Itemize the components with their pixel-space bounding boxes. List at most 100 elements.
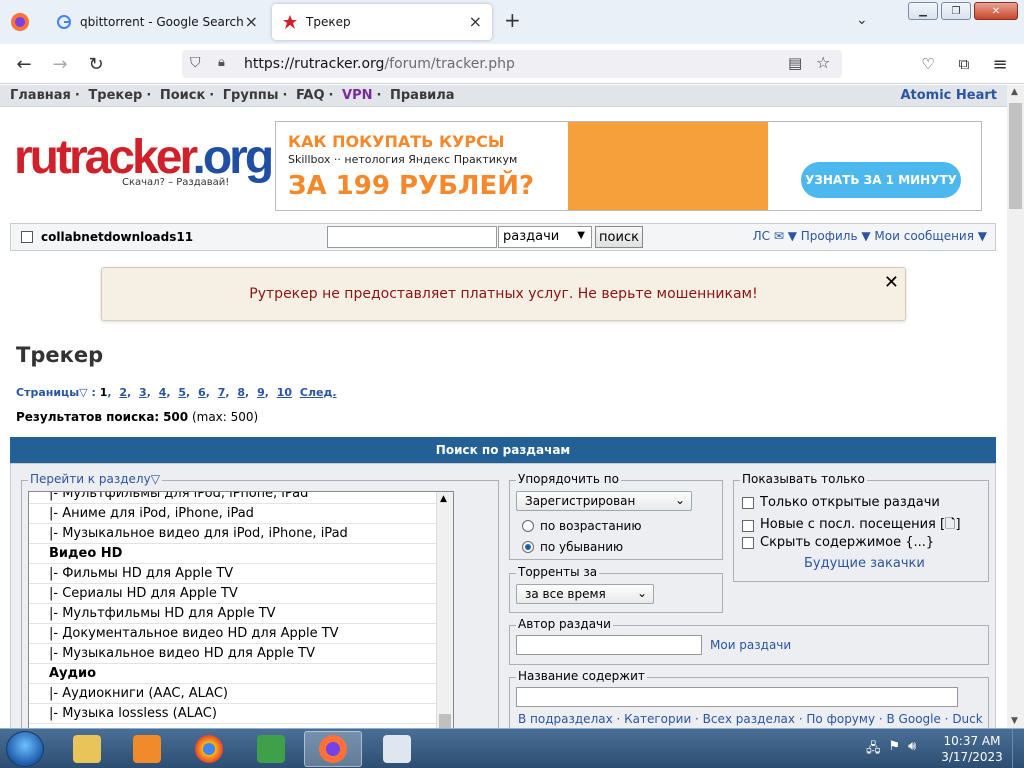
scroll-up-arrow-icon[interactable]: ▲ (1011, 87, 1018, 97)
firefox-taskbar-icon[interactable] (304, 731, 362, 767)
my-releases-link[interactable]: Мои раздачи (710, 638, 791, 652)
forum-legend[interactable]: Перейти к разделу▽ (28, 472, 162, 486)
on-screen-keyboard-icon[interactable] (368, 731, 426, 767)
nav-link-vpn[interactable]: VPN (342, 88, 372, 103)
shield-icon[interactable]: ⛉ (190, 55, 201, 71)
scrollbar-thumb[interactable] (1009, 103, 1022, 209)
forum-option[interactable]: |- Музыкальное видео HD для Apple TV (29, 644, 453, 664)
page-link[interactable]: 4 (159, 386, 167, 399)
show-desktop-button[interactable] (1012, 729, 1024, 768)
nav-link-atomic-heart[interactable]: Atomic Heart (900, 88, 997, 103)
page-link[interactable]: 7 (218, 386, 226, 399)
start-button[interactable] (6, 731, 44, 767)
close-tab-icon[interactable]: × (245, 14, 258, 30)
forum-option[interactable]: |- Аниме для iPod, iPhone, iPad (29, 504, 453, 524)
page-scrollbar[interactable]: ▲ ▼ (1007, 85, 1024, 728)
network-icon[interactable]: 🖧 (866, 739, 881, 761)
bookmark-star-icon[interactable]: ☆ (816, 53, 830, 72)
author-input[interactable] (516, 635, 702, 655)
google-g-icon (56, 14, 72, 30)
sort-asc-radio[interactable]: по возрастанию (522, 519, 641, 533)
close-icon[interactable]: ✕ (884, 272, 899, 293)
csharp-editor-icon[interactable] (242, 731, 300, 767)
minimize-button[interactable]: ▁ (908, 2, 938, 20)
new-tab-button[interactable]: + (504, 8, 521, 32)
pages-dropdown-icon[interactable]: ▽ (79, 386, 87, 399)
tab-tracker[interactable]: Трекер × (272, 4, 492, 40)
page-link[interactable]: 5 (178, 386, 186, 399)
forum-option[interactable]: |- Мультфильмы HD для Apple TV (29, 604, 453, 624)
hamburger-menu-icon[interactable]: ≡ (986, 52, 1014, 76)
sort-select[interactable]: Зарегистрирован ⌄ (516, 491, 692, 511)
media-player-icon[interactable] (118, 731, 176, 767)
nav-link-rules[interactable]: Правила (390, 88, 455, 103)
sort-desc-radio[interactable]: по убыванию (522, 540, 623, 554)
open-only-checkbox[interactable]: Только открытые раздачи (742, 495, 940, 510)
period-select[interactable]: за все время ⌄ (516, 584, 654, 604)
back-arrow-icon[interactable]: ← (10, 52, 38, 76)
reload-icon[interactable]: ↻ (82, 52, 110, 76)
checkbox-box (742, 496, 754, 509)
url-text[interactable]: https://rutracker.org/forum/tracker.php (244, 56, 515, 72)
forum-option[interactable]: |- Фильмы HD для Apple TV (29, 564, 453, 584)
page-next-link[interactable]: След. (300, 386, 337, 399)
forward-arrow-icon[interactable]: → (46, 52, 74, 76)
listbox-scrollbar[interactable]: ▲ (436, 492, 453, 728)
page-link[interactable]: 2 (119, 386, 127, 399)
page-link[interactable]: 6 (198, 386, 206, 399)
scroll-down-arrow-icon[interactable]: ▼ (1011, 716, 1018, 726)
forum-option[interactable]: |- Музыкальное видео для iPod, iPhone, i… (29, 524, 453, 544)
title-input[interactable] (516, 687, 958, 707)
lock-icon[interactable]: 🔒︎ (218, 55, 225, 70)
nav-link-tracker[interactable]: Трекер (88, 88, 142, 103)
tab-google-search[interactable]: qbittorrent - Google Search × (44, 4, 268, 40)
file-explorer-icon[interactable] (58, 731, 116, 767)
forum-option[interactable]: |- Мультфильмы для iPod, iPhone, iPad (29, 492, 453, 504)
scrollbar-thumb[interactable] (439, 714, 451, 728)
forum-group[interactable]: Аудио (29, 664, 453, 684)
chrome-icon[interactable] (180, 731, 238, 767)
user-menu-links[interactable]: ЛС ✉ ▼ Профиль ▼ Мои сообщения ▼ (753, 229, 987, 243)
flag-icon[interactable]: ⚑ (889, 739, 901, 761)
forum-option[interactable]: |- Сериалы HD для Apple TV (29, 584, 453, 604)
taskbar-clock[interactable]: 10:37 AM 3/17/2023 (940, 733, 1004, 765)
future-downloads-link[interactable]: Будущие закачки (804, 556, 925, 571)
list-all-tabs-icon[interactable]: ⌄ (856, 12, 868, 28)
page-link[interactable]: 8 (237, 386, 245, 399)
page-link[interactable]: 9 (257, 386, 265, 399)
title-search-links[interactable]: В подразделах · Категории · Всех раздела… (518, 712, 983, 726)
forum-option[interactable]: |- Музыка lossless (ALAC) (29, 704, 453, 724)
firefox-menu-icon[interactable] (8, 10, 32, 34)
close-window-button[interactable]: ✕ (974, 2, 1018, 20)
tab-strip: qbittorrent - Google Search × Трекер × +… (0, 0, 1024, 44)
hide-contents-checkbox[interactable]: Скрыть содержимое {...} (742, 535, 934, 550)
maximize-button[interactable]: ❐ (941, 2, 971, 20)
page-link[interactable]: 10 (277, 386, 292, 399)
search-scope-select[interactable]: раздачи ▼ (498, 226, 592, 248)
nav-link-groups[interactable]: Группы (223, 88, 279, 103)
nav-link-search[interactable]: Поиск (160, 88, 205, 103)
volume-icon[interactable]: 🔊︎ (908, 739, 916, 761)
forum-group[interactable]: Видео HD (29, 544, 453, 564)
quick-search-input[interactable] (327, 226, 497, 248)
username[interactable]: collabnetdownloads11 (41, 230, 193, 244)
reader-view-icon[interactable]: ▤ (788, 54, 802, 72)
extensions-icon[interactable]: ⧉ (950, 52, 978, 76)
close-tab-icon[interactable]: × (469, 14, 482, 30)
period-legend: Торренты за (516, 565, 600, 579)
forum-option[interactable]: |- Документальное видео HD для Apple TV (29, 624, 453, 644)
forum-listbox[interactable]: |- Мультфильмы для iPod, iPhone, iPad |- … (28, 491, 454, 728)
banner-cta-button[interactable]: УЗНАТЬ ЗА 1 МИНУТУ (801, 162, 961, 198)
site-logo[interactable]: rutracker.org (14, 133, 274, 183)
new-since-visit-checkbox[interactable]: Новые с посл. посещения [🗋] (742, 515, 961, 537)
page-link[interactable]: 3 (139, 386, 147, 399)
nav-link-home[interactable]: Главная (10, 88, 71, 103)
search-button[interactable]: поиск (595, 226, 643, 248)
ad-banner[interactable]: КАК ПОКУПАТЬ КУРСЫ Skillbox ·· нетология… (275, 121, 982, 211)
forum-option[interactable]: |- Аудиокниги (AAC, ALAC) (29, 684, 453, 704)
pages-label[interactable]: Страницы (16, 386, 79, 399)
nav-link-faq[interactable]: FAQ (296, 88, 325, 103)
url-bar[interactable]: ⛉ 🔒︎ https://rutracker.org/forum/tracker… (182, 50, 842, 78)
pocket-icon[interactable]: ♡ (914, 52, 942, 76)
scroll-up-arrow-icon[interactable]: ▲ (440, 494, 447, 504)
